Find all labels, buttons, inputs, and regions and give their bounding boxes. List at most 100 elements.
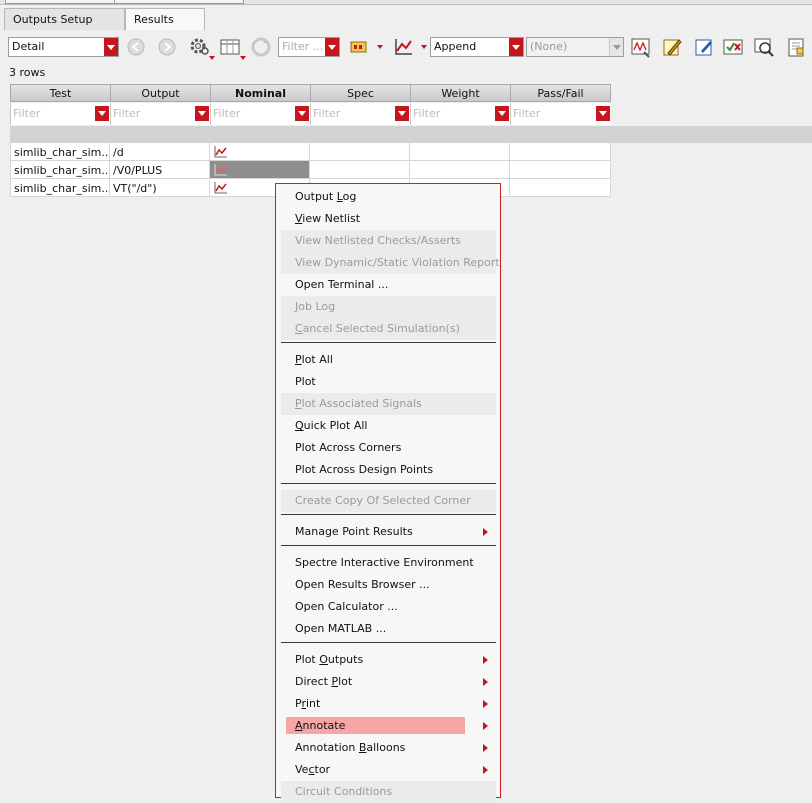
menu-item-spectre-interactive[interactable]: Spectre Interactive Environment: [281, 552, 496, 574]
chevron-down-icon: [325, 38, 339, 56]
chevron-down-icon[interactable]: [395, 106, 409, 121]
menu-item-label: Plot Associated Signals: [295, 397, 422, 410]
chevron-down-icon[interactable]: [295, 106, 309, 121]
menu-item-label: Print: [295, 697, 321, 710]
edit-icon[interactable]: [693, 36, 715, 58]
menu-item-plot-all[interactable]: Plot All: [281, 349, 496, 371]
gear-menu-arrow-icon[interactable]: [209, 56, 215, 60]
menu-item-label: Plot Across Design Points: [295, 463, 434, 476]
upper-tab-stub[interactable]: [114, 0, 244, 4]
menu-item-quick-plot-all[interactable]: Quick Plot All: [281, 415, 496, 437]
table-cell-output[interactable]: /V0/PLUS: [110, 161, 210, 179]
tab-results[interactable]: Results: [125, 8, 205, 30]
menu-item-manage-point-results[interactable]: Manage Point Results: [281, 521, 496, 543]
submenu-arrow-icon: [483, 722, 488, 730]
menu-item-label: Plot Outputs: [295, 653, 364, 666]
chevron-down-icon[interactable]: [596, 106, 610, 121]
menu-item-view-violation-report: View Dynamic/Static Violation Report: [281, 252, 500, 274]
table-cell-pass-fail[interactable]: [510, 143, 611, 161]
table-cell-test[interactable]: simlib_char_sim...: [10, 179, 110, 197]
waveform-window-icon[interactable]: [630, 36, 652, 58]
menu-item-plot-across-design-points[interactable]: Plot Across Design Points: [281, 459, 496, 481]
filter-field-spec[interactable]: Filter: [310, 103, 410, 125]
table-cell-test[interactable]: simlib_char_sim...: [10, 161, 110, 179]
menu-item-open-results-browser[interactable]: Open Results Browser ...: [281, 574, 496, 596]
table-view-icon[interactable]: [219, 36, 241, 58]
plot-mode-select[interactable]: Append: [430, 37, 524, 57]
menu-item-plot-associated-signals: Plot Associated Signals: [281, 393, 496, 415]
menu-item-print[interactable]: Print: [281, 693, 496, 715]
column-header-spec[interactable]: Spec: [310, 84, 410, 102]
filter-placeholder: Filter: [513, 107, 541, 120]
menu-item-open-terminal[interactable]: Open Terminal ...: [281, 274, 496, 296]
table-view-menu-arrow-icon[interactable]: [240, 56, 246, 60]
menu-item-open-calculator[interactable]: Open Calculator ...: [281, 596, 496, 618]
export-document-icon[interactable]: [785, 36, 807, 58]
menu-item-label: Annotation Balloons: [295, 741, 406, 754]
menu-item-plot-across-corners[interactable]: Plot Across Corners: [281, 437, 496, 459]
menu-item-output-log[interactable]: Output Log: [281, 186, 496, 208]
gear-icon[interactable]: [188, 36, 210, 58]
column-header-weight[interactable]: Weight: [410, 84, 510, 102]
filter-field-pass-fail[interactable]: Filter: [510, 103, 611, 125]
plot-icon[interactable]: [214, 145, 228, 158]
filter-field-weight[interactable]: Filter: [410, 103, 510, 125]
filter-field-nominal[interactable]: Filter: [210, 103, 310, 125]
chevron-down-icon[interactable]: [95, 106, 109, 121]
menu-item-annotation-balloons[interactable]: Annotation Balloons: [281, 737, 496, 759]
inspect-results-icon[interactable]: [753, 36, 775, 58]
column-header-output[interactable]: Output: [110, 84, 210, 102]
view-select[interactable]: Detail: [8, 37, 119, 57]
column-header-nominal[interactable]: Nominal: [210, 84, 310, 102]
menu-item-job-log: Job Log: [281, 296, 496, 318]
table-cell-test[interactable]: simlib_char_sim...: [10, 143, 110, 161]
menu-item-label: Open Calculator ...: [295, 600, 398, 613]
annotation-display-icon[interactable]: [348, 36, 370, 58]
plot-icon[interactable]: [214, 163, 228, 176]
menu-item-create-copy-corner: Create Copy Of Selected Corner: [281, 490, 496, 512]
table-cell-output[interactable]: VT("/d"): [110, 179, 210, 197]
check-reject-icon[interactable]: [722, 36, 744, 58]
column-header-pass-fail[interactable]: Pass/Fail: [510, 84, 611, 102]
table-cell-output[interactable]: /d: [110, 143, 210, 161]
plot-icon[interactable]: [393, 36, 415, 58]
menu-item-view-netlist[interactable]: View Netlist: [281, 208, 496, 230]
filter-field-test[interactable]: Filter: [10, 103, 110, 125]
menu-item-label: View Netlist: [295, 212, 361, 225]
table-cell-nominal[interactable]: [210, 143, 310, 161]
back-icon[interactable]: [125, 36, 147, 58]
table-cell-pass-fail[interactable]: [510, 161, 611, 179]
table-cell-spec[interactable]: [310, 143, 410, 161]
submenu-arrow-icon: [483, 656, 488, 664]
menu-item-open-matlab[interactable]: Open MATLAB ...: [281, 618, 496, 640]
tab-outputs-setup[interactable]: Outputs Setup: [4, 8, 125, 30]
filter-field-output[interactable]: Filter: [110, 103, 210, 125]
menu-item-label: Annotate: [295, 719, 346, 732]
history-select[interactable]: (None): [526, 37, 624, 57]
plot-icon[interactable]: [214, 181, 228, 194]
table-cell-weight[interactable]: [410, 143, 510, 161]
edit-note-icon[interactable]: [661, 36, 683, 58]
menu-item-annotate[interactable]: Annotate: [281, 715, 496, 737]
menu-separator: [281, 483, 496, 484]
table-cell-nominal-selected[interactable]: [210, 161, 310, 179]
chevron-down-icon[interactable]: [195, 106, 209, 121]
upper-tab-stub[interactable]: [5, 0, 115, 4]
column-header-test[interactable]: Test: [10, 84, 110, 102]
menu-item-direct-plot[interactable]: Direct Plot: [281, 671, 496, 693]
filter-input[interactable]: Filter ...: [278, 37, 340, 57]
table-cell-pass-fail[interactable]: [510, 179, 611, 197]
forward-icon[interactable]: [156, 36, 178, 58]
menu-item-label: Create Copy Of Selected Corner: [295, 494, 471, 507]
plot-menu-arrow-icon[interactable]: [421, 45, 427, 49]
menu-item-label: Plot Across Corners: [295, 441, 402, 454]
table-cell-weight[interactable]: [410, 161, 510, 179]
annotation-menu-arrow-icon[interactable]: [377, 45, 383, 49]
plot-mode-value: Append: [434, 40, 477, 53]
table-cell-spec[interactable]: [310, 161, 410, 179]
menu-item-plot[interactable]: Plot: [281, 371, 496, 393]
refresh-icon[interactable]: [250, 36, 272, 58]
menu-item-vector[interactable]: Vector: [281, 759, 496, 781]
chevron-down-icon[interactable]: [495, 106, 509, 121]
menu-item-plot-outputs[interactable]: Plot Outputs: [281, 649, 496, 671]
